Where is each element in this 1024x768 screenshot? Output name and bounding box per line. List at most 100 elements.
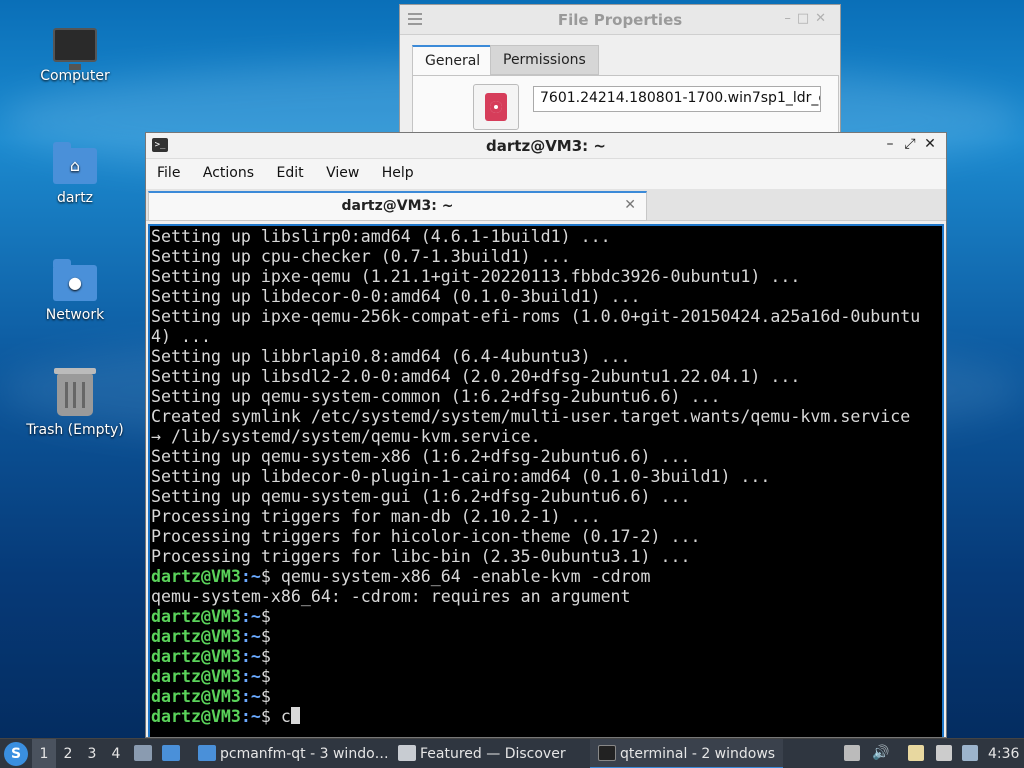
prompt-user: dartz@VM3 [151,687,241,706]
task-qterminal[interactable]: qterminal - 2 windows [590,739,784,768]
text-cursor [290,707,300,724]
terminal-line: Setting up qemu-system-common (1:6.2+dfs… [151,387,721,406]
properties-titlebar[interactable]: File Properties –□✕ [400,5,840,35]
close-tab-icon[interactable]: ✕ [624,197,636,213]
desktop-icon-label: dartz [56,190,94,206]
prompt-symbol: $ [260,607,271,626]
properties-title: File Properties [557,11,683,29]
workspace-2[interactable]: 2 [56,739,80,768]
filename-field[interactable]: 7601.24214.180801-1700.win7sp1_ldr_es [533,86,821,112]
task-label: pcmanfm-qt - 3 windo… [220,746,389,762]
updates-icon[interactable] [844,745,860,761]
home-folder-icon: ⌂ [53,142,97,184]
desktop-icon-label: Network [45,307,105,323]
terminal-line: dartz@VM3:~$ [150,647,942,667]
workspace-3[interactable]: 3 [80,739,104,768]
menu-help[interactable]: Help [373,159,423,187]
terminal-window: >_ dartz@VM3: ~ – ⤢ ✕ File Actions Edit Vi… [145,132,947,738]
terminal-titlebar[interactable]: >_ dartz@VM3: ~ – ⤢ ✕ [146,133,946,159]
taskbar: 1 2 3 4 pcmanfm-qt - 3 windo… Featured —… [0,738,1024,768]
tab-permissions[interactable]: Permissions [490,45,599,75]
prompt-path: :~ [240,707,261,726]
terminal-line: → /lib/systemd/system/qemu-kvm.service. [151,427,541,446]
show-desktop-launcher[interactable] [162,739,184,768]
desktop-icon-home[interactable]: ⌂ dartz [15,140,135,206]
prompt-user: dartz@VM3 [151,607,241,626]
prompt-path: :~ [240,567,261,586]
window-controls[interactable]: –□✕ [784,11,832,26]
terminal-line: Processing triggers for libc-bin (2.35-0… [151,547,691,566]
restore-icon[interactable]: ⤢ [900,136,920,152]
prompt-user: dartz@VM3 [151,667,241,686]
menu-edit[interactable]: Edit [267,159,312,187]
desktop-icon-trash[interactable]: Trash (Empty) [15,368,135,438]
terminal-line: Processing triggers for hicolor-icon-the… [151,527,701,546]
terminal-line: Setting up libbrlapi0.8:amd64 (6.4-4ubun… [151,347,631,366]
file-manager-launcher[interactable] [134,739,156,768]
prompt-symbol: $ [260,647,271,666]
terminal-line: Setting up ipxe-qemu (1.21.1+git-2022011… [151,267,801,286]
tab-general[interactable]: General [412,45,494,75]
volume-icon[interactable]: 🔊 [872,745,889,761]
prompt-user: dartz@VM3 [151,627,241,646]
terminal-line: dartz@VM3:~$ qemu-system-x86_64 -enable-… [150,567,942,587]
terminal-line: Setting up qemu-system-gui (1:6.2+dfsg-2… [151,487,691,506]
close-icon[interactable]: ✕ [920,136,940,152]
minimize-icon[interactable]: – [880,136,900,152]
start-menu-icon[interactable] [4,742,28,766]
disc-image-icon [485,93,507,121]
task-label: qterminal - 2 windows [620,746,776,762]
file-icon-button[interactable] [473,84,519,130]
terminal-tab[interactable]: dartz@VM3: ~ ✕ [148,191,647,221]
prompt-symbol: $ [260,707,271,726]
terminal-line: Setting up ipxe-qemu-256k-compat-efi-rom… [151,307,921,326]
task-label: Featured — Discover [420,746,566,762]
desktop-icon-network[interactable]: ● Network [15,257,135,323]
discover-icon [398,745,416,761]
workspace-1[interactable]: 1 [32,739,56,768]
terminal-output[interactable]: Setting up libslirp0:amd64 (4.6.1-1build… [148,224,944,737]
command-text: qemu-system-x86_64 -enable-kvm -cdrom [270,567,651,586]
prompt-path: :~ [240,667,261,686]
folder-icon [198,745,216,761]
prompt-symbol: $ [260,627,271,646]
prompt-path: :~ [240,687,261,706]
command-text: c [270,707,291,726]
terminal-line: 4) ... [151,327,211,346]
menu-actions[interactable]: Actions [194,159,263,187]
computer-icon [53,28,97,70]
general-panel: 7601.24214.180801-1700.win7sp1_ldr_es [412,75,839,135]
notification-icon[interactable] [962,745,978,761]
terminal-line: dartz@VM3:~$ [150,607,942,627]
task-pcmanfm[interactable]: pcmanfm-qt - 3 windo… [190,739,397,768]
prompt-symbol: $ [260,667,271,686]
clipboard-icon[interactable] [908,745,924,761]
menu-view[interactable]: View [317,159,368,187]
prompt-path: :~ [240,607,261,626]
window-controls: – ⤢ ✕ [880,136,940,152]
terminal-line: dartz@VM3:~$ [150,667,942,687]
workspace-4[interactable]: 4 [104,739,128,768]
prompt-symbol: $ [260,687,271,706]
desktop-icon-label: Trash (Empty) [26,422,124,438]
prompt-symbol: $ [260,567,271,586]
prompt-path: :~ [240,627,261,646]
task-discover[interactable]: Featured — Discover [390,739,574,768]
network-icon[interactable] [936,745,952,761]
terminal-line: dartz@VM3:~$ [150,627,942,647]
terminal-line: Setting up qemu-system-x86 (1:6.2+dfsg-2… [151,447,691,466]
terminal-tabbar: dartz@VM3: ~ ✕ [146,189,946,221]
terminal-line: Setting up libdecor-0-0:amd64 (0.1.0-3bu… [151,287,641,306]
clock[interactable]: 4:36 [988,739,1019,768]
menu-file[interactable]: File [148,159,189,187]
desktop-icon-label: Computer [40,68,110,84]
desktop-icon-computer[interactable]: Computer [15,22,135,84]
terminal-line: Created symlink /etc/systemd/system/mult… [151,407,911,426]
file-properties-window: File Properties –□✕ General Permissions … [399,4,841,135]
terminal-tab-label: dartz@VM3: ~ [341,198,454,214]
properties-body: General Permissions 7601.24214.180801-17… [410,43,840,135]
terminal-line: Setting up libdecor-0-plugin-1-cairo:amd… [151,467,771,486]
terminal-line: Setting up libsdl2-2.0-0:amd64 (2.0.20+d… [151,367,801,386]
terminal-line: Setting up cpu-checker (0.7-1.3build1) .… [151,247,571,266]
trash-icon [54,368,96,416]
